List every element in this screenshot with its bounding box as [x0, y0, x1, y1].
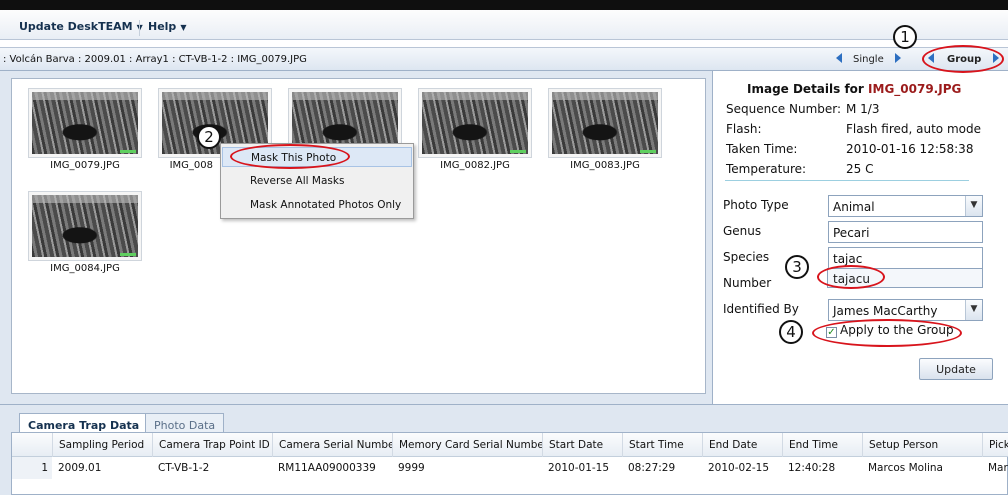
menu-item-mask-annotated-only[interactable]: Mask Annotated Photos Only: [222, 195, 412, 215]
details-title-filename: IMG_0079.JPG: [868, 82, 962, 96]
photo-thumbnail[interactable]: [28, 88, 142, 158]
camera-trap-photo: [32, 92, 138, 154]
flash-value: Flash fired, auto mode: [846, 122, 981, 136]
image-details-panel: Image Details for IMG_0079.JPG Sequence …: [712, 71, 1008, 404]
species-label: Species: [723, 250, 770, 264]
sequence-label: Sequence Number:: [726, 102, 842, 116]
temperature-value: 25 C: [846, 162, 874, 176]
details-divider: [725, 180, 969, 181]
menu-divider: [139, 20, 140, 36]
annotation-ring-mask: [230, 144, 350, 169]
table-cell[interactable]: RM11AA09000339: [272, 457, 392, 479]
previous-single-icon[interactable]: [836, 53, 842, 63]
camera-trap-photo: [32, 195, 138, 257]
identified-by-label: Identified By: [723, 302, 799, 316]
camera-trap-photo: [422, 92, 528, 154]
identified-by-value: James MacCarthy: [833, 304, 938, 318]
sequence-value: M 1/3: [846, 102, 880, 116]
thumbnail-filename: IMG_0079.JPG: [50, 160, 120, 171]
path-bar: : Volcán Barva : 2009.01 : Array1 : CT-V…: [0, 47, 1008, 71]
thumbnail-filename: IMG_0082.JPG: [440, 160, 510, 171]
table-cell[interactable]: 12:40:28: [782, 457, 862, 479]
grid-header-row: Sampling Period Camera Trap Point ID Cam…: [12, 433, 1008, 457]
callout-2: 2: [197, 125, 221, 149]
annotation-ring-suggestion: [817, 265, 885, 289]
table-cell[interactable]: 2010-01-15: [542, 457, 622, 479]
column-header[interactable]: Start Date: [542, 433, 622, 457]
column-header[interactable]: Setup Person: [862, 433, 982, 457]
flash-label: Flash:: [726, 122, 762, 136]
camera-trap-grid: Sampling Period Camera Trap Point ID Cam…: [11, 432, 1008, 495]
camera-trap-photo: [552, 92, 658, 154]
table-cell[interactable]: 2010-02-15: [702, 457, 782, 479]
photo-thumbnail[interactable]: [418, 88, 532, 158]
column-header[interactable]: Memory Card Serial Number: [392, 433, 542, 457]
callout-3: 3: [785, 255, 809, 279]
table-cell[interactable]: 2009.01: [52, 457, 152, 479]
column-header[interactable]: Sampling Period: [52, 433, 152, 457]
thumbnail-filename: IMG_008: [169, 160, 213, 171]
menu-label: Update DeskTEAM: [19, 20, 133, 33]
single-mode-label[interactable]: Single: [853, 54, 884, 65]
table-cell[interactable]: Marcos Molina: [862, 457, 982, 479]
menu-help[interactable]: Help ▼: [148, 20, 186, 33]
table-cell[interactable]: 9999: [392, 457, 542, 479]
caret-down-icon: ▼: [180, 23, 187, 32]
column-header[interactable]: Camera Serial Number: [272, 433, 392, 457]
genus-label: Genus: [723, 224, 762, 238]
photo-thumbnail[interactable]: [28, 191, 142, 261]
thumbnail-filename: IMG_0083.JPG: [570, 160, 640, 171]
menu-item-reverse-all-masks[interactable]: Reverse All Masks: [222, 171, 412, 191]
details-title-prefix: Image Details for: [747, 82, 864, 96]
table-cell[interactable]: CT-VB-1-2: [152, 457, 272, 479]
genus-field[interactable]: Pecari: [828, 221, 983, 243]
menu-update-desk-team[interactable]: Update DeskTEAM▼: [19, 20, 143, 33]
next-single-icon[interactable]: [895, 53, 901, 63]
photo-gallery: IMG_0079.JPG IMG_008 IMG_0082.JPG IMG_00…: [11, 78, 706, 394]
breadcrumb: : Volcán Barva : 2009.01 : Array1 : CT-V…: [3, 54, 307, 65]
column-header[interactable]: End Time: [782, 433, 862, 457]
photo-type-value: Animal: [833, 200, 875, 214]
grid-rownum-header: [12, 433, 52, 457]
temperature-label: Temperature:: [726, 162, 807, 176]
menu-bar: Update DeskTEAM▼ Help▼: [0, 0, 1008, 40]
chevron-down-icon[interactable]: ▼: [965, 300, 982, 320]
details-title: Image Details for IMG_0079.JPG: [747, 82, 961, 96]
menu-label: Help: [148, 20, 177, 33]
photo-type-select[interactable]: Animal ▼: [828, 195, 983, 217]
column-header[interactable]: Pick: [982, 433, 1008, 457]
chevron-down-icon[interactable]: ▼: [965, 196, 982, 216]
table-cell[interactable]: Mar: [982, 457, 1008, 479]
number-label: Number: [723, 276, 772, 290]
callout-4: 4: [779, 320, 803, 344]
column-header[interactable]: Camera Trap Point ID: [152, 433, 272, 457]
table-cell[interactable]: 08:27:29: [622, 457, 702, 479]
taken-time-label: Taken Time:: [726, 142, 798, 156]
identified-by-select[interactable]: James MacCarthy ▼: [828, 299, 983, 321]
column-header[interactable]: End Date: [702, 433, 782, 457]
thumbnail-filename: IMG_0084.JPG: [50, 263, 120, 274]
annotation-ring-apply: [812, 319, 962, 347]
taken-time-value: 2010-01-16 12:58:38: [846, 142, 974, 156]
annotation-ring-group: [922, 45, 1004, 73]
column-header[interactable]: Start Time: [622, 433, 702, 457]
update-button[interactable]: Update: [919, 358, 993, 380]
photo-type-label: Photo Type: [723, 198, 789, 212]
row-number: 1: [12, 457, 52, 479]
callout-1: 1: [893, 25, 917, 49]
photo-thumbnail[interactable]: [548, 88, 662, 158]
